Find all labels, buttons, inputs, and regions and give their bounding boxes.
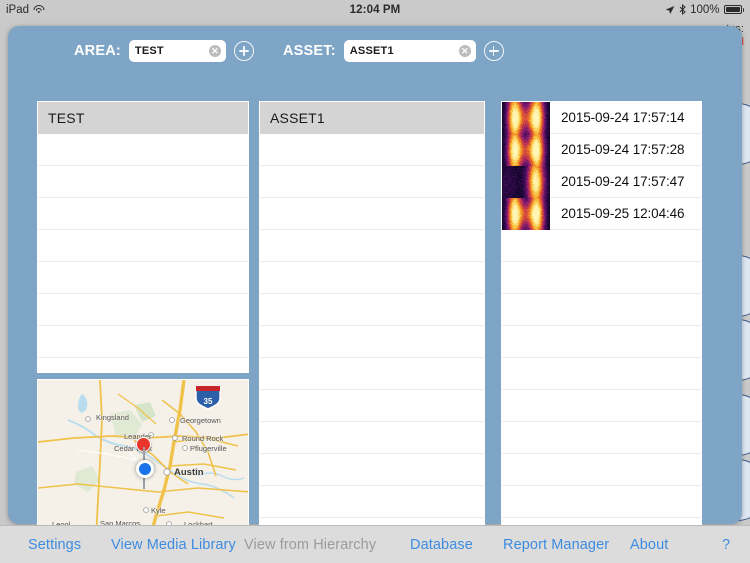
- list-item[interactable]: [502, 486, 701, 518]
- list-item[interactable]: [38, 198, 248, 230]
- list-item[interactable]: [502, 422, 701, 454]
- list-item[interactable]: [502, 326, 701, 358]
- list-item[interactable]: [38, 294, 248, 326]
- list-item[interactable]: [38, 166, 248, 198]
- status-bar: iPad 12:04 PM 100%: [0, 0, 750, 19]
- status-bar-clock: 12:04 PM: [349, 3, 401, 16]
- list-item[interactable]: [502, 294, 701, 326]
- list-item[interactable]: [260, 454, 484, 486]
- asset-field-group: ASSET: ASSET1 ✕: [283, 40, 504, 62]
- clear-circle-icon[interactable]: ✕: [458, 45, 471, 57]
- toolbar-item-about[interactable]: About: [630, 537, 668, 553]
- list-item[interactable]: [38, 230, 248, 262]
- media-timestamp-label: 2015-09-24 17:57:47: [561, 174, 685, 189]
- list-item[interactable]: [502, 454, 701, 486]
- area-list-header: TEST: [38, 102, 248, 134]
- location-arrow-icon: [665, 5, 675, 14]
- media-timestamp-label: 2015-09-24 17:57:28: [561, 142, 685, 157]
- asset-list-panel: ASSET1: [259, 101, 485, 539]
- toolbar-item-database[interactable]: Database: [410, 537, 473, 553]
- media-list-item[interactable]: 2015-09-24 17:57:14: [502, 102, 701, 134]
- thermal-thumbnail-2-icon: [502, 133, 550, 166]
- list-item[interactable]: [260, 262, 484, 294]
- media-list-item[interactable]: 2015-09-24 17:57:28: [502, 133, 701, 166]
- asset-list-rows[interactable]: [260, 134, 484, 538]
- list-item[interactable]: [260, 486, 484, 518]
- list-item[interactable]: [260, 230, 484, 262]
- popover-header: AREA: TEST ✕ ASSET: ASSET1 ✕: [8, 40, 742, 70]
- location-map[interactable]: 35 Kingsland Georgetown Leander Round Rock C…: [37, 379, 249, 537]
- area-list-rows[interactable]: [38, 134, 248, 372]
- list-item[interactable]: [502, 230, 701, 262]
- asset-label: ASSET:: [283, 43, 336, 59]
- area-input[interactable]: TEST ✕: [128, 40, 226, 62]
- list-item[interactable]: [260, 166, 484, 198]
- bluetooth-icon: [679, 4, 686, 15]
- add-asset-button[interactable]: [483, 41, 504, 61]
- status-bar-right: 100%: [665, 4, 744, 16]
- area-list-panel: TEST: [37, 101, 249, 373]
- list-item[interactable]: [502, 390, 701, 422]
- svg-text:35: 35: [204, 397, 213, 406]
- media-list-item[interactable]: 2015-09-24 17:57:47: [502, 165, 701, 198]
- media-timestamp-label: 2015-09-25 12:04:46: [561, 206, 685, 221]
- list-item[interactable]: [260, 198, 484, 230]
- media-list-item[interactable]: 2015-09-25 12:04:46: [502, 197, 701, 230]
- list-item[interactable]: [260, 294, 484, 326]
- list-item[interactable]: [260, 422, 484, 454]
- map-pin-icon: [136, 437, 152, 489]
- asset-input[interactable]: ASSET1 ✕: [343, 40, 476, 62]
- area-label: AREA:: [74, 43, 121, 59]
- media-list-rows[interactable]: 2015-09-24 17:57:14 2015-09-24 17:57:28 20…: [502, 102, 701, 538]
- thermal-thumbnail-4-icon: [502, 197, 550, 230]
- thermal-thumbnail-1-icon: [502, 102, 550, 134]
- list-item[interactable]: [38, 358, 248, 372]
- battery-percent-label: 100%: [690, 3, 720, 16]
- clear-circle-icon[interactable]: ✕: [208, 45, 221, 57]
- add-area-button[interactable]: [233, 41, 254, 61]
- list-item[interactable]: [38, 134, 248, 166]
- list-item[interactable]: [38, 262, 248, 294]
- asset-list-header: ASSET1: [260, 102, 484, 134]
- toolbar-item-view-media-library[interactable]: View Media Library: [111, 537, 236, 553]
- asset-input-value: ASSET1: [349, 45, 394, 57]
- toolbar-item-settings[interactable]: Settings: [28, 537, 81, 553]
- toolbar-item-[interactable]: ?: [722, 537, 730, 553]
- hierarchy-popover: AREA: TEST ✕ ASSET: ASSET1 ✕ TEST ASSET1…: [8, 26, 742, 539]
- list-item[interactable]: [260, 326, 484, 358]
- area-input-value: TEST: [134, 45, 164, 57]
- thermal-thumbnail-3-icon: [502, 165, 550, 198]
- toolbar-item-report-manager[interactable]: Report Manager: [503, 537, 609, 553]
- media-list-panel: 2015-09-24 17:57:14 2015-09-24 17:57:28 20…: [501, 101, 702, 539]
- bottom-toolbar: Settings View Media Library View from Hier…: [0, 525, 750, 563]
- media-timestamp-label: 2015-09-24 17:57:14: [561, 110, 685, 125]
- user-location-dot-icon: [136, 460, 154, 478]
- list-item[interactable]: [260, 390, 484, 422]
- list-item[interactable]: [260, 358, 484, 390]
- toolbar-item-view-from-hierarchy: View from Hierarchy: [244, 536, 377, 553]
- list-item[interactable]: [502, 262, 701, 294]
- list-item[interactable]: [260, 134, 484, 166]
- area-field-group: AREA: TEST ✕: [74, 40, 254, 62]
- list-item[interactable]: [38, 326, 248, 358]
- battery-full-icon: [723, 5, 744, 14]
- list-item[interactable]: [502, 358, 701, 390]
